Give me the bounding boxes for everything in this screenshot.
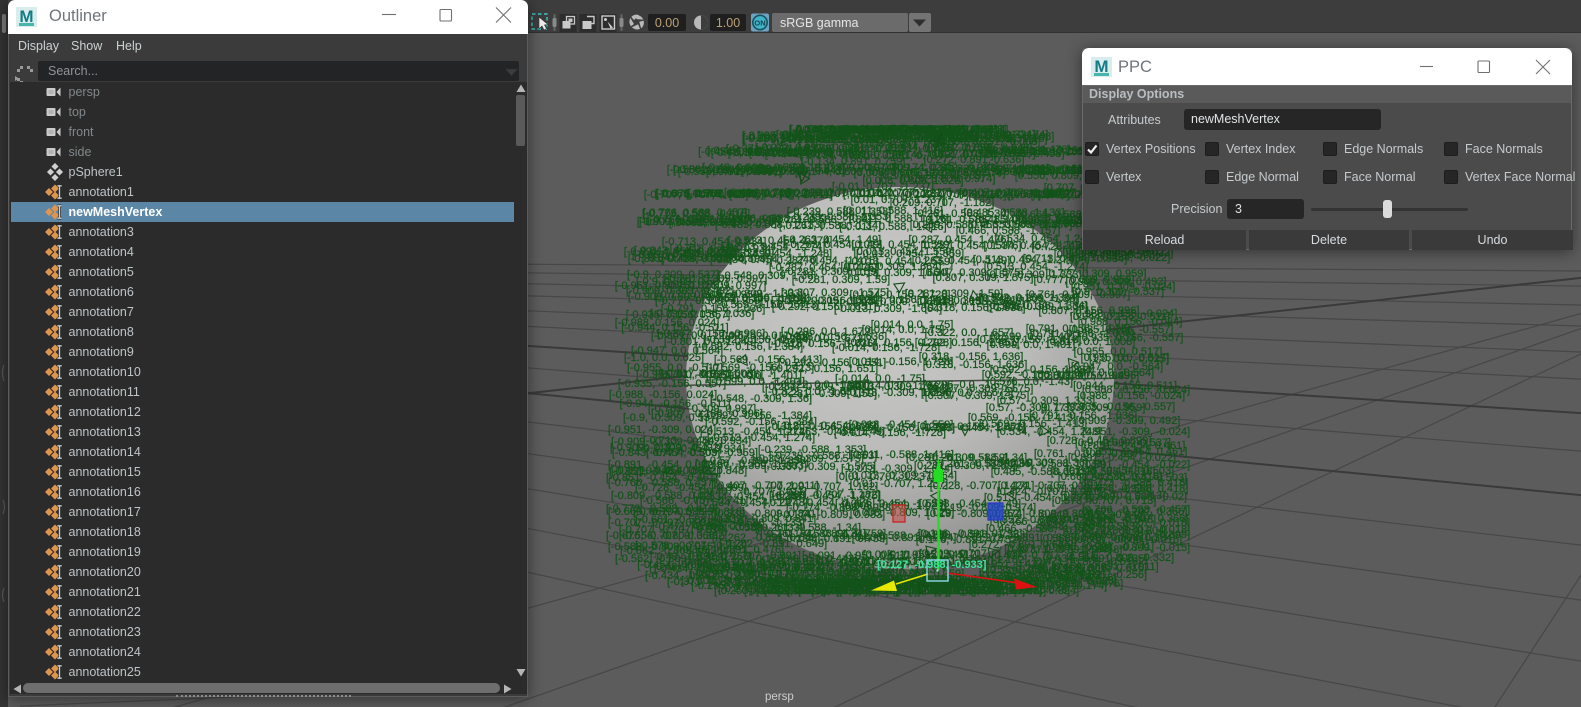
- svg-text:[-0.339, -0.809, 0.841]: [-0.339, -0.809, 0.841]: [711, 508, 819, 520]
- svg-text:[-0.262, -0.891, 0.649]: [-0.262, -0.891, 0.649]: [712, 532, 820, 544]
- svg-text:[0.951, 0.309, -0.024]: [0.951, 0.309, -0.024]: [1071, 281, 1176, 293]
- svg-text:ON: ON: [754, 19, 765, 28]
- svg-text:sRGB gamma: sRGB gamma: [780, 16, 859, 30]
- svg-text:[0.014, 0.0, 1.75]: [0.014, 0.0, 1.75]: [871, 319, 954, 331]
- svg-text:[0.891, 0.454, -0.022]: [0.891, 0.454, -0.022]: [1066, 252, 1171, 264]
- svg-text:[0.599, 0.0, 1.401]: [0.599, 0.0, 1.401]: [987, 339, 1076, 351]
- svg-text:[-0.281, -0.309, 1.59]: [-0.281, -0.309, 1.59]: [762, 381, 864, 393]
- svg-text:[-0.801, 0.0, 1.049]: [-0.801, 0.0, 1.049]: [651, 330, 743, 342]
- svg-text:[0.57, -0.309, 1.333]: [0.57, -0.309, 1.333]: [986, 402, 1084, 414]
- svg-text:[0.988, -0.156, -0.024]: [0.988, -0.156, -0.024]: [1082, 384, 1190, 396]
- svg-text:[-0.407, -0.707, 1.011]: [-0.407, -0.707, 1.011]: [711, 480, 818, 492]
- svg-text:[-0.569, -0.156, 1.413]: [-0.569, -0.156, 1.413]: [714, 354, 822, 366]
- svg-text:1.00: 1.00: [716, 16, 740, 30]
- svg-text:[-0.239, -0.588, 1.353]: [-0.239, -0.588, 1.353]: [758, 444, 866, 456]
- svg-text:[1.0, 0.0, -0.025]: [1.0, 0.0, -0.025]: [1089, 353, 1169, 365]
- svg-text:[0.127, -0.988, -0.933]: [0.127, -0.988, -0.933]: [877, 559, 987, 571]
- svg-text:[-0.9, -0.309, 0.537]: [-0.9, -0.309, 0.537]: [623, 412, 719, 424]
- svg-text:0.00: 0.00: [655, 16, 679, 30]
- svg-text:[0.988, 0.156, -0.024]: [0.988, 0.156, -0.024]: [1073, 308, 1178, 320]
- svg-text:[-0.648, -0.588, 0.848]: [-0.648, -0.588, 0.848]: [639, 465, 747, 477]
